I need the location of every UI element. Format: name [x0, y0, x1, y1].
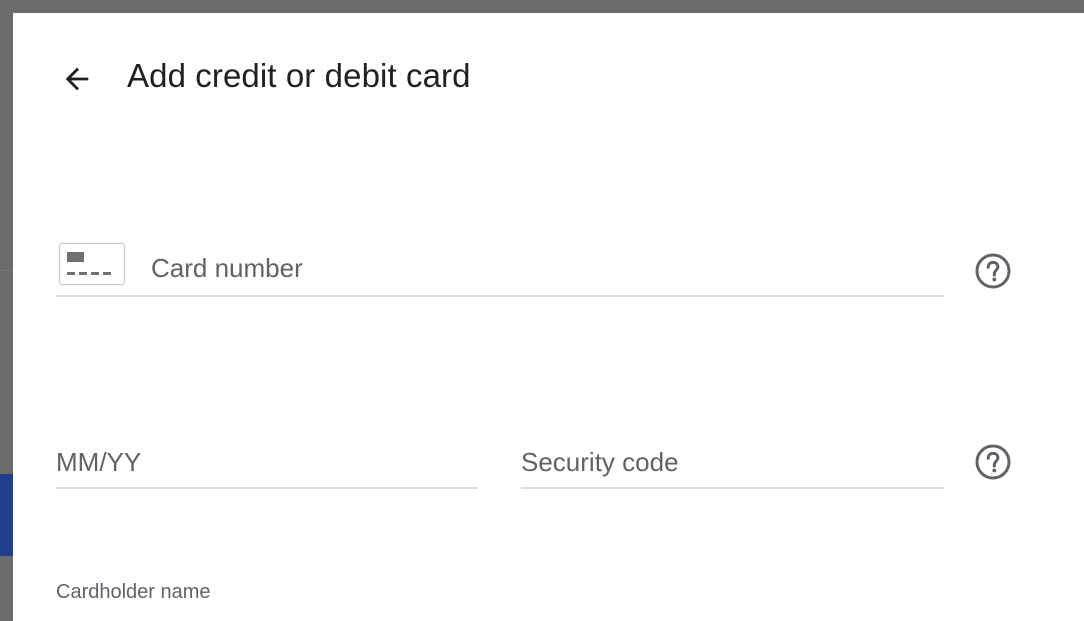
- help-circle-icon: [975, 253, 1011, 289]
- dialog-title: Add credit or debit card: [127, 57, 471, 94]
- arrow-left-icon: [65, 67, 89, 91]
- cardholder-name-label: Cardholder name: [56, 581, 211, 603]
- card-number-field: [56, 241, 944, 297]
- security-code-help-icon[interactable]: [974, 443, 1012, 481]
- card-chip-shape: [67, 252, 84, 262]
- credit-card-icon: [59, 243, 125, 285]
- dialog-header: Add credit or debit card: [13, 13, 1084, 143]
- card-number-dashes: [67, 272, 115, 275]
- card-number-input[interactable]: [151, 241, 931, 295]
- help-circle-icon: [975, 444, 1011, 480]
- backdrop-divider: [0, 270, 14, 271]
- security-code-input[interactable]: [521, 437, 944, 487]
- expiry-input[interactable]: [56, 437, 478, 487]
- back-button[interactable]: [57, 59, 97, 99]
- card-number-input-wrap: [151, 241, 931, 295]
- add-card-dialog: Add credit or debit card Cardholder name: [13, 13, 1084, 621]
- security-code-field: [521, 437, 944, 489]
- card-number-help-icon[interactable]: [974, 252, 1012, 290]
- expiry-field: [56, 437, 478, 489]
- backdrop-button-fragment: [0, 474, 14, 556]
